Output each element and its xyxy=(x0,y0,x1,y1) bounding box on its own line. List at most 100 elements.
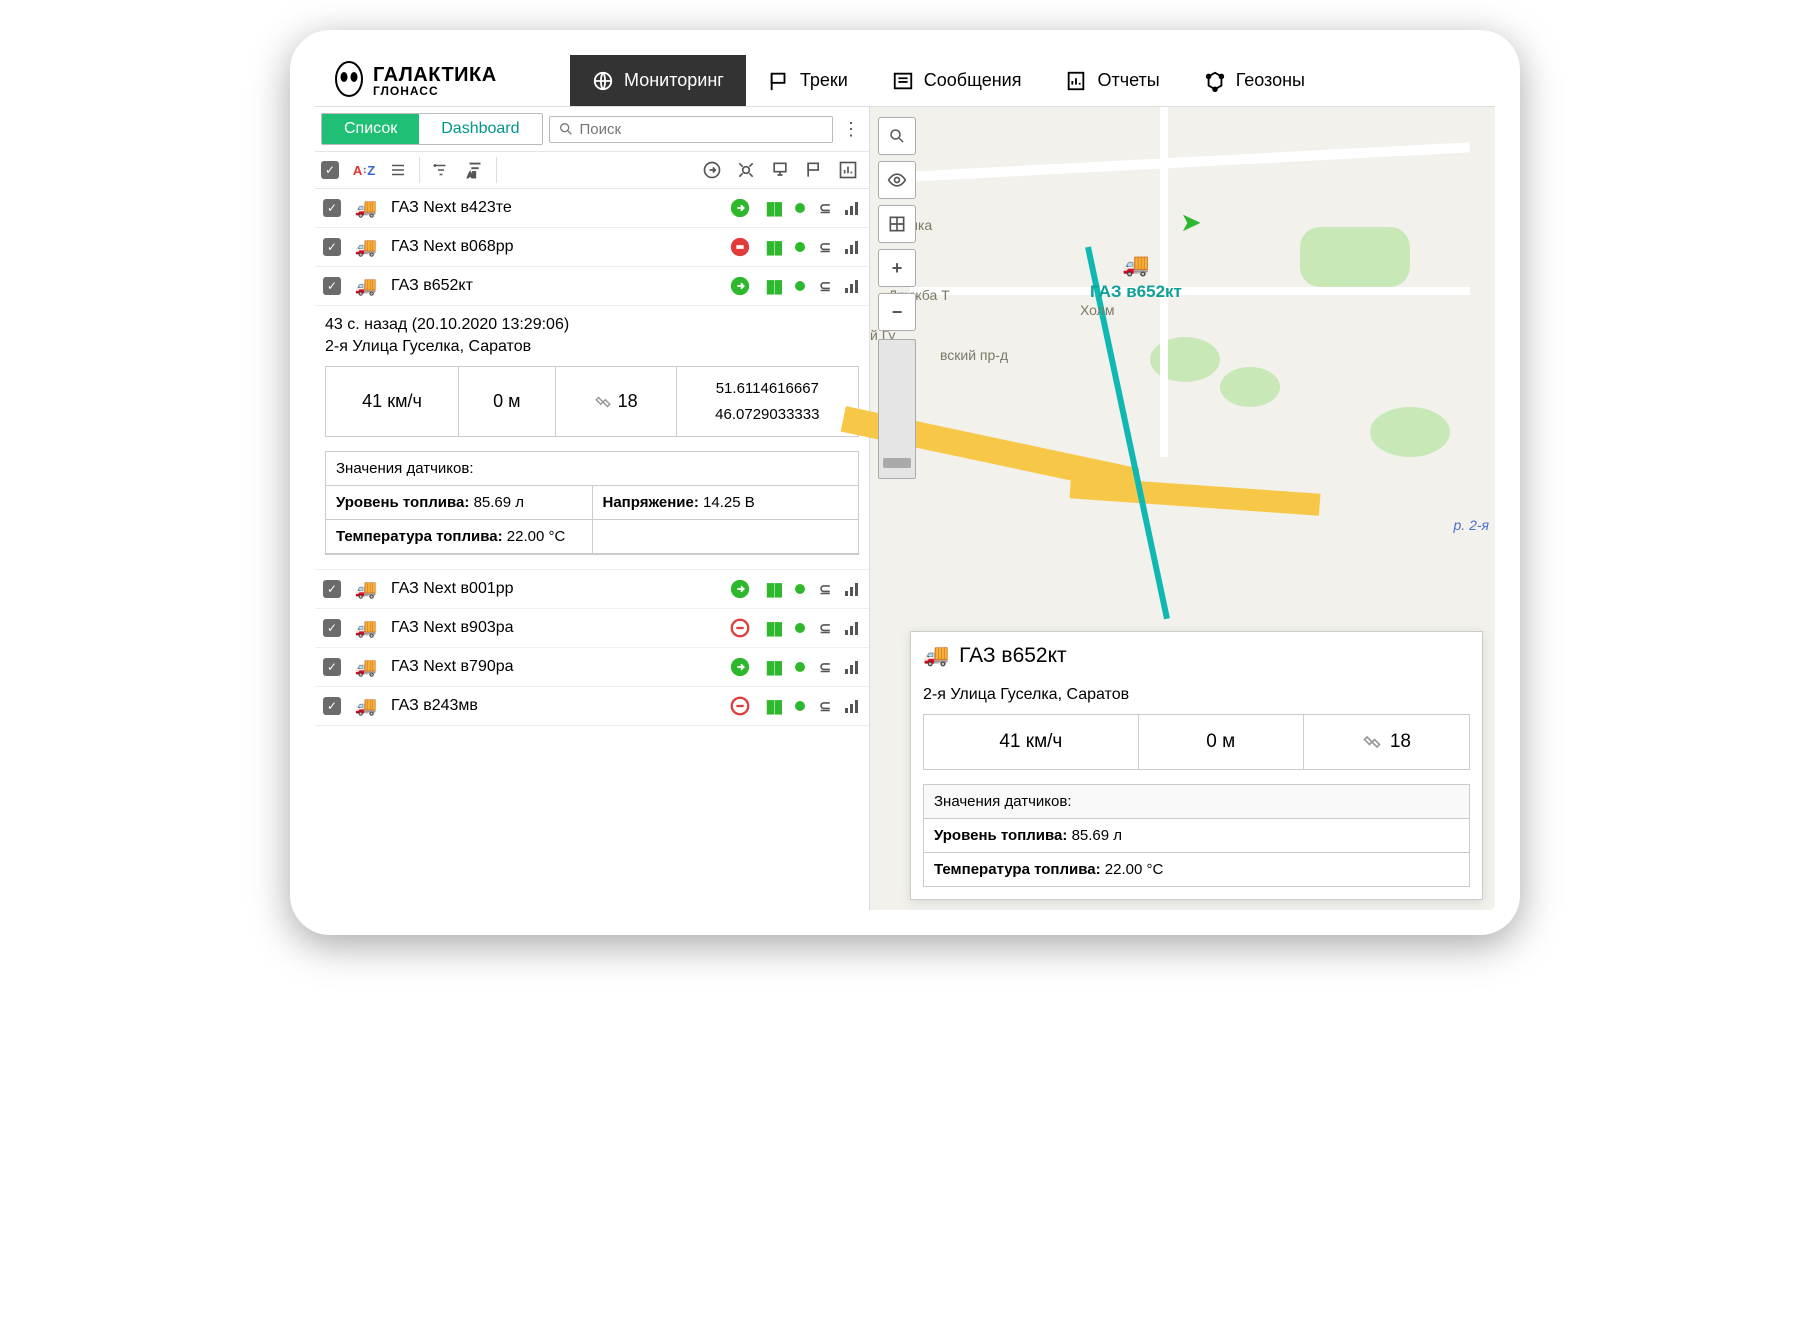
bars-icon[interactable] xyxy=(845,582,861,596)
flag-icon xyxy=(768,70,790,92)
pause-icon[interactable]: ▮▮ xyxy=(765,237,781,258)
vehicle-row[interactable]: ✓ 🚚 ГАЗ Next в001рр ▮▮ ⊆ xyxy=(315,570,869,609)
truck-icon: 🚚 xyxy=(349,579,383,600)
signal-icon: ⊆ xyxy=(819,239,831,256)
vehicle-marker-icon[interactable]: 🚚 xyxy=(1122,252,1149,278)
truck-icon: 🚚 xyxy=(923,644,949,668)
tab-monitoring[interactable]: Мониторинг xyxy=(570,55,746,106)
vehicle-name: ГАЗ в243мв xyxy=(391,697,721,715)
pause-icon[interactable]: ▮▮ xyxy=(765,618,781,639)
detail-altitude: 0 м xyxy=(459,367,556,436)
tab-geofences-label: Геозоны xyxy=(1236,70,1305,91)
sort-az-button[interactable]: A↕Z xyxy=(349,156,379,184)
report-icon xyxy=(1065,70,1087,92)
bars-icon[interactable] xyxy=(845,699,861,713)
search-input[interactable] xyxy=(580,121,824,138)
row-checkbox[interactable]: ✓ xyxy=(323,277,341,295)
col-satellite-button[interactable] xyxy=(731,156,761,184)
list-view-button[interactable] xyxy=(383,156,413,184)
pause-icon[interactable]: ▮▮ xyxy=(765,198,781,219)
pause-icon[interactable]: ▮▮ xyxy=(765,276,781,297)
vehicle-row[interactable]: ✓ 🚚 ГАЗ Next в790ра ▮▮ ⊆ xyxy=(315,648,869,687)
signal-icon: ⊆ xyxy=(819,659,831,676)
status-go-icon[interactable] xyxy=(729,578,751,600)
status-stop-icon[interactable] xyxy=(729,617,751,639)
pause-icon[interactable]: ▮▮ xyxy=(765,657,781,678)
pause-icon[interactable]: ▮▮ xyxy=(765,696,781,717)
map-zoom-in-button[interactable]: + xyxy=(878,249,916,287)
popup-speed: 41 км/ч xyxy=(924,715,1139,769)
filter-all-button[interactable]: All xyxy=(460,156,490,184)
row-checkbox[interactable]: ✓ xyxy=(323,619,341,637)
search-box[interactable] xyxy=(549,116,833,143)
select-all-checkbox[interactable]: ✓ xyxy=(321,161,339,179)
tab-geofences[interactable]: Геозоны xyxy=(1182,55,1327,106)
map-panel[interactable]: Гуселка Дружба Т Холм вский пр-д й Гу р.… xyxy=(870,107,1495,910)
col-device-button[interactable] xyxy=(765,156,795,184)
subtab-group: Список Dashboard xyxy=(321,113,543,145)
detail-timestamp: 43 с. назад (20.10.2020 13:29:06) xyxy=(325,316,859,334)
sensor-fueltemp: Температура топлива: 22.00 °C xyxy=(326,520,592,554)
sensor-fuel: Уровень топлива: 85.69 л xyxy=(326,486,592,520)
tab-reports-label: Отчеты xyxy=(1097,70,1159,91)
status-stop-icon[interactable] xyxy=(729,236,751,258)
tab-messages[interactable]: Сообщения xyxy=(870,55,1044,106)
map-zoom-slider[interactable] xyxy=(878,339,916,479)
brand-logo: ГАЛАКТИКА ГЛОНАСС xyxy=(315,61,570,101)
tab-reports[interactable]: Отчеты xyxy=(1043,55,1181,106)
detail-address: 2-я Улица Гуселка, Саратов xyxy=(325,338,859,356)
detail-satellites: 18 xyxy=(556,367,677,436)
map-vehicle-name[interactable]: ГАЗ в652кт xyxy=(1090,282,1182,302)
vehicle-popup: 🚚 ГАЗ в652кт 2-я Улица Гуселка, Саратов … xyxy=(910,631,1483,900)
vehicle-row[interactable]: ✓ 🚚 ГАЗ в243мв ▮▮ ⊆ xyxy=(315,687,869,726)
polygon-icon xyxy=(1204,70,1226,92)
brand-line2: ГЛОНАСС xyxy=(373,85,497,97)
status-stop-icon[interactable] xyxy=(729,695,751,717)
subtab-list[interactable]: Список xyxy=(322,114,419,144)
vehicle-row[interactable]: ✓ 🚚 ГАЗ Next в068рр ▮▮ ⊆ xyxy=(315,228,869,267)
truck-icon: 🚚 xyxy=(349,696,383,717)
map-visibility-button[interactable] xyxy=(878,161,916,199)
bars-icon[interactable] xyxy=(845,621,861,635)
subtab-dashboard[interactable]: Dashboard xyxy=(419,114,541,144)
truck-icon: 🚚 xyxy=(349,198,383,219)
row-checkbox[interactable]: ✓ xyxy=(323,238,341,256)
map-search-button[interactable] xyxy=(878,117,916,155)
row-checkbox[interactable]: ✓ xyxy=(323,580,341,598)
bars-icon[interactable] xyxy=(845,201,861,215)
status-go-icon[interactable] xyxy=(729,656,751,678)
vehicle-row[interactable]: ✓ 🚚 ГАЗ в652кт ▮▮ ⊆ xyxy=(315,267,869,306)
filter-add-button[interactable] xyxy=(426,156,456,184)
map-river-label: р. 2-я xyxy=(1454,517,1490,533)
more-menu-icon[interactable]: ⋮ xyxy=(839,119,863,140)
col-flag-button[interactable] xyxy=(799,156,829,184)
map-layers-button[interactable] xyxy=(878,205,916,243)
truck-icon: 🚚 xyxy=(349,237,383,258)
col-direction-button[interactable] xyxy=(697,156,727,184)
signal-icon: ⊆ xyxy=(819,278,831,295)
tab-tracks[interactable]: Треки xyxy=(746,55,870,106)
online-dot-icon xyxy=(795,662,805,672)
popup-sensor-fuel: Уровень топлива: 85.69 л xyxy=(924,819,1469,853)
bars-icon[interactable] xyxy=(845,660,861,674)
row-checkbox[interactable]: ✓ xyxy=(323,658,341,676)
bars-icon[interactable] xyxy=(845,240,861,254)
status-go-icon[interactable] xyxy=(729,275,751,297)
row-checkbox[interactable]: ✓ xyxy=(323,199,341,217)
pause-icon[interactable]: ▮▮ xyxy=(765,579,781,600)
vehicle-name: ГАЗ Next в790ра xyxy=(391,658,721,676)
col-chart-button[interactable] xyxy=(833,156,863,184)
tab-monitoring-label: Мониторинг xyxy=(624,70,724,91)
tab-messages-label: Сообщения xyxy=(924,70,1022,91)
vehicle-row[interactable]: ✓ 🚚 ГАЗ Next в423те ▮▮ ⊆ xyxy=(315,189,869,228)
bars-icon[interactable] xyxy=(845,279,861,293)
search-icon xyxy=(558,121,574,137)
satellite-icon xyxy=(594,393,612,411)
signal-icon: ⊆ xyxy=(819,620,831,637)
row-checkbox[interactable]: ✓ xyxy=(323,697,341,715)
signal-icon: ⊆ xyxy=(819,200,831,217)
vehicle-row[interactable]: ✓ 🚚 ГАЗ Next в903ра ▮▮ ⊆ xyxy=(315,609,869,648)
status-go-icon[interactable] xyxy=(729,197,751,219)
map-zoom-out-button[interactable]: − xyxy=(878,293,916,331)
brand-line1: ГАЛАКТИКА xyxy=(373,65,497,85)
